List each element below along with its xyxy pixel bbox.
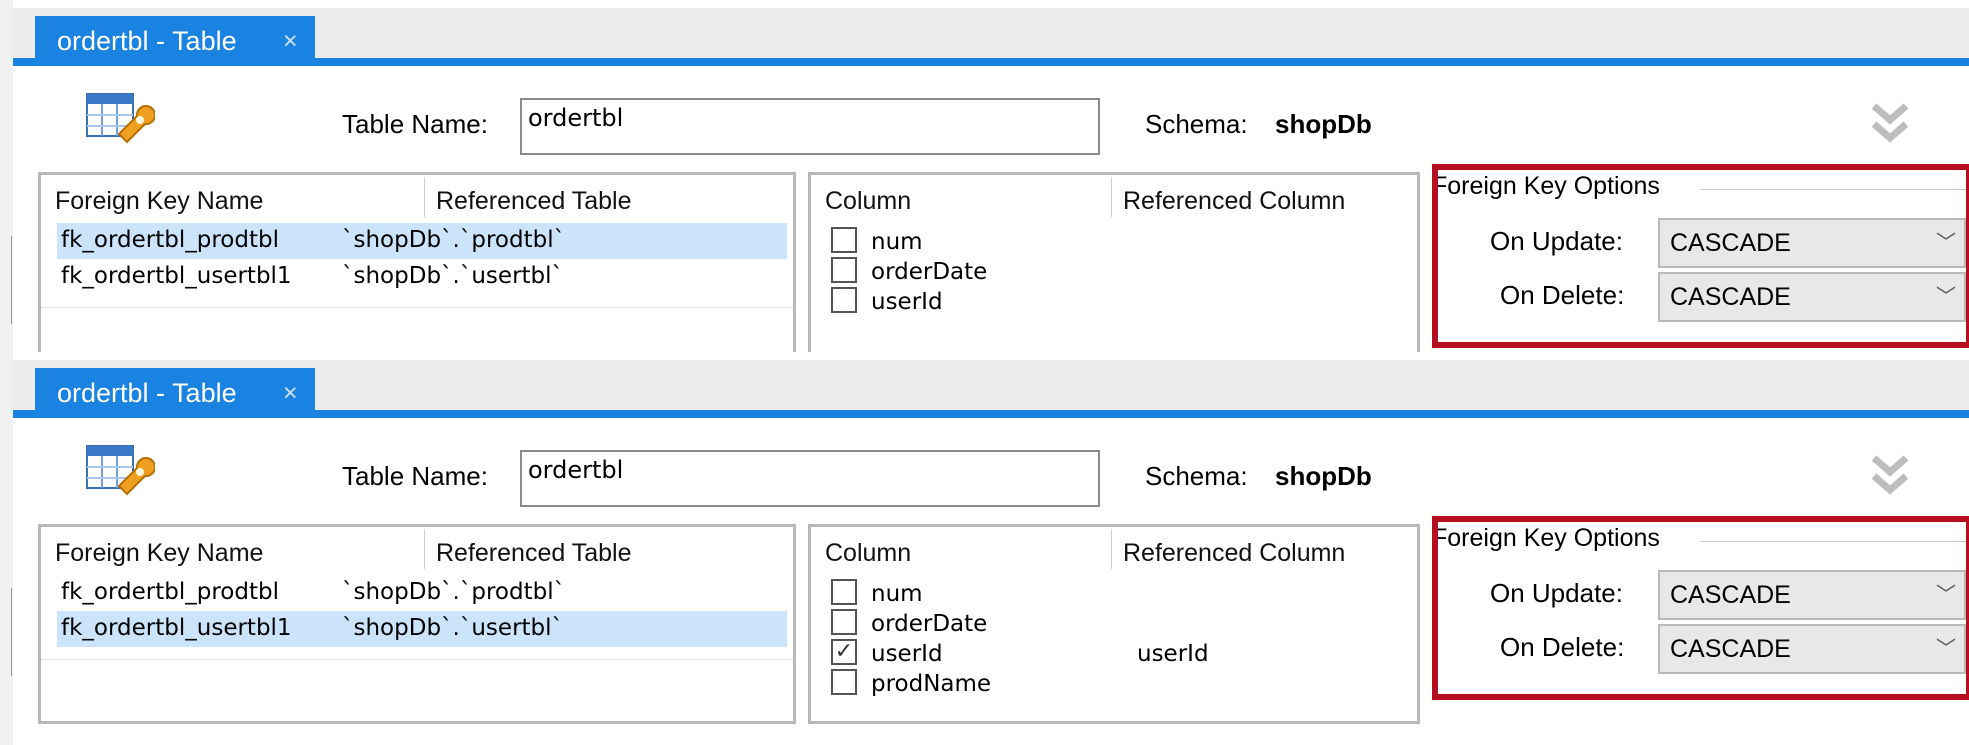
on-update-value: CASCADE xyxy=(1670,581,1791,609)
checkbox[interactable] xyxy=(831,669,857,695)
referenced-table: `shopDb`.`usertbl` xyxy=(342,615,564,641)
on-delete-value: CASCADE xyxy=(1670,635,1791,663)
foreign-key-options-title: Foreign Key Options xyxy=(1432,172,1660,200)
row-separator xyxy=(41,307,793,308)
header-divider xyxy=(1111,177,1112,217)
on-update-value: CASCADE xyxy=(1670,229,1791,257)
foreign-key-name: fk_ordertbl_usertbl1 xyxy=(61,615,292,641)
group-divider xyxy=(1700,541,1969,542)
column-name: prodName xyxy=(871,671,992,697)
referenced-column: userId xyxy=(1137,641,1209,667)
fk-column-row: prodName xyxy=(825,667,1405,703)
left-gutter xyxy=(0,0,13,352)
table-name-input[interactable]: ordertbl xyxy=(520,450,1100,507)
fk-column-row: userId xyxy=(825,285,1405,321)
row-separator xyxy=(41,659,793,660)
left-gutter xyxy=(0,352,13,745)
tab-strip: ordertbl - Table × xyxy=(13,360,1969,418)
table-name-label: Table Name: xyxy=(342,109,488,139)
checkbox-checked[interactable]: ✓ xyxy=(831,639,857,665)
chevron-down-icon[interactable]: ﹀ xyxy=(1936,626,1956,672)
column-header-column[interactable]: Column xyxy=(825,539,911,568)
tab-label: ordertbl - Table xyxy=(57,378,237,408)
checkbox[interactable] xyxy=(831,227,857,253)
column-name: orderDate xyxy=(871,611,988,637)
close-icon[interactable]: × xyxy=(283,16,298,66)
column-header-column[interactable]: Column xyxy=(825,187,911,216)
header-divider xyxy=(1111,529,1112,569)
gutter-divider xyxy=(9,236,12,324)
header-divider xyxy=(424,529,425,569)
column-header-referenced-table[interactable]: Referenced Table xyxy=(436,539,632,568)
column-header-referenced-table[interactable]: Referenced Table xyxy=(436,187,632,216)
on-update-label: On Update: xyxy=(1490,226,1623,256)
tab-ordertbl-table[interactable]: ordertbl - Table × xyxy=(35,16,315,66)
foreign-key-options-title: Foreign Key Options xyxy=(1432,524,1660,552)
on-update-select[interactable]: CASCADE ﹀ xyxy=(1658,570,1966,620)
column-name: num xyxy=(871,581,923,607)
referenced-table: `shopDb`.`prodtbl` xyxy=(342,579,566,605)
chevron-down-icon[interactable]: ﹀ xyxy=(1936,220,1956,266)
gutter-divider xyxy=(9,588,12,676)
column-header-foreign-key-name[interactable]: Foreign Key Name xyxy=(55,187,263,216)
table-wrench-icon xyxy=(86,93,155,144)
on-update-label: On Update: xyxy=(1490,578,1623,608)
fk-column-list: Column Referenced Column num orderDate ✓ us… xyxy=(808,524,1420,724)
close-icon[interactable]: × xyxy=(283,368,298,418)
foreign-key-name: fk_ordertbl_prodtbl xyxy=(61,227,279,253)
foreign-key-list: Foreign Key Name Referenced Table fk_ord… xyxy=(38,172,796,352)
foreign-key-options-group: Foreign Key Options On Update: CASCADE ﹀… xyxy=(1432,168,1969,348)
table-name-input[interactable]: ordertbl xyxy=(520,98,1100,155)
foreign-key-row[interactable]: fk_ordertbl_prodtbl `shopDb`.`prodtbl` xyxy=(57,223,787,259)
referenced-table: `shopDb`.`prodtbl` xyxy=(342,227,566,253)
column-name: userId xyxy=(871,641,943,667)
fk-column-list: Column Referenced Column num orderDate use… xyxy=(808,172,1420,352)
column-header-referenced-column[interactable]: Referenced Column xyxy=(1123,539,1345,568)
table-wrench-icon xyxy=(86,445,155,496)
schema-value: shopDb xyxy=(1275,109,1372,139)
on-delete-label: On Delete: xyxy=(1500,280,1625,310)
tab-strip: ordertbl - Table × xyxy=(13,8,1969,66)
foreign-key-list: Foreign Key Name Referenced Table fk_ord… xyxy=(38,524,796,724)
checkbox[interactable] xyxy=(831,579,857,605)
foreign-key-row[interactable]: fk_ordertbl_usertbl1 `shopDb`.`usertbl` xyxy=(57,259,787,295)
schema-label: Schema: xyxy=(1145,109,1248,139)
foreign-key-row[interactable]: fk_ordertbl_usertbl1 `shopDb`.`usertbl` xyxy=(57,611,787,647)
column-header-foreign-key-name[interactable]: Foreign Key Name xyxy=(55,539,263,568)
checkbox[interactable] xyxy=(831,609,857,635)
group-divider xyxy=(1700,189,1969,190)
tab-label: ordertbl - Table xyxy=(57,26,237,56)
foreign-key-name: fk_ordertbl_usertbl1 xyxy=(61,263,292,289)
header-divider xyxy=(424,177,425,217)
on-update-select[interactable]: CASCADE ﹀ xyxy=(1658,218,1966,268)
column-name: num xyxy=(871,229,923,255)
foreign-key-options-group: Foreign Key Options On Update: CASCADE ﹀… xyxy=(1432,520,1969,700)
column-name: userId xyxy=(871,289,943,315)
column-name: orderDate xyxy=(871,259,988,285)
tab-ordertbl-table[interactable]: ordertbl - Table × xyxy=(35,368,315,418)
foreign-key-name: fk_ordertbl_prodtbl xyxy=(61,579,279,605)
schema-value: shopDb xyxy=(1275,461,1372,491)
on-delete-label: On Delete: xyxy=(1500,632,1625,662)
table-editor-panel-2: ordertbl - Table × Table Name: ordertbl … xyxy=(0,352,1969,745)
double-chevron-down-icon[interactable] xyxy=(1860,446,1920,506)
chevron-down-icon[interactable]: ﹀ xyxy=(1936,274,1956,320)
checkbox[interactable] xyxy=(831,257,857,283)
double-chevron-down-icon[interactable] xyxy=(1860,94,1920,154)
on-delete-value: CASCADE xyxy=(1670,283,1791,311)
checkmark-icon: ✓ xyxy=(834,639,854,664)
chevron-down-icon[interactable]: ﹀ xyxy=(1936,572,1956,618)
table-name-label: Table Name: xyxy=(342,461,488,491)
foreign-key-row[interactable]: fk_ordertbl_prodtbl `shopDb`.`prodtbl` xyxy=(57,575,787,611)
checkbox[interactable] xyxy=(831,287,857,313)
on-delete-select[interactable]: CASCADE ﹀ xyxy=(1658,272,1966,322)
referenced-table: `shopDb`.`usertbl` xyxy=(342,263,564,289)
table-editor-panel-1: ordertbl - Table × Table Name: ordertbl … xyxy=(0,0,1969,352)
on-delete-select[interactable]: CASCADE ﹀ xyxy=(1658,624,1966,674)
schema-label: Schema: xyxy=(1145,461,1248,491)
column-header-referenced-column[interactable]: Referenced Column xyxy=(1123,187,1345,216)
